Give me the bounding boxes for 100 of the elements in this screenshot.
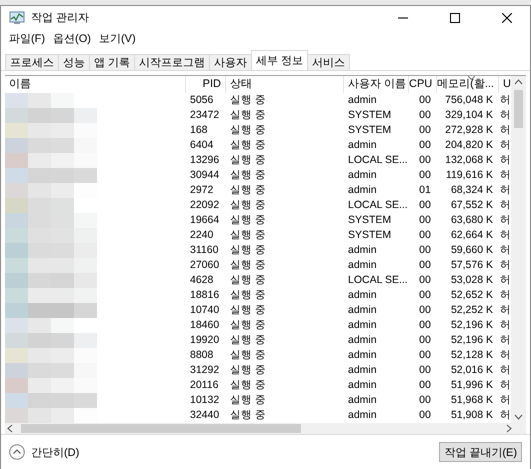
status-cell-text: 실행 중 [229, 303, 267, 318]
status-cell-text: 실행 중 [229, 183, 267, 198]
column-header[interactable]: PID [186, 76, 226, 93]
pid-cell-text: 6404 [189, 138, 214, 153]
memory-cell-text: 67,552 K [450, 198, 494, 213]
memory-cell-text: 62,664 K [450, 228, 494, 243]
status-cell-text: 실행 중 [229, 378, 267, 393]
cpu-cell-text: 00 [418, 318, 432, 333]
memory-cell-text: 52,196 K [450, 333, 494, 348]
memory-cell-text: 52,196 K [450, 318, 494, 333]
cpu-cell-text: 00 [418, 378, 432, 393]
pid-cell-text: 20116 [189, 378, 220, 393]
uac-cell: 허 [499, 183, 511, 198]
cpu-cell-text: 01 [418, 183, 432, 198]
column-header[interactable]: CPU [409, 76, 437, 93]
user-cell-text: admin [347, 288, 378, 303]
status-cell-text: 실행 중 [229, 153, 267, 168]
tab[interactable]: 사용자 [209, 54, 252, 70]
pid-cell-text: 2972 [189, 183, 214, 198]
scroll-thumb[interactable] [21, 424, 301, 433]
memory-cell-text: 53,028 K [450, 273, 494, 288]
uac-cell: 허 [499, 123, 511, 138]
tab[interactable]: 서비스 [307, 54, 350, 70]
cpu-cell-text: 00 [418, 198, 432, 213]
memory-cell-text: 329,104 K [444, 108, 494, 123]
tab[interactable]: 앱 기록 [89, 54, 136, 70]
user-cell-text: LOCAL SE... [347, 198, 409, 213]
user-cell-text: SYSTEM [347, 228, 392, 243]
menu-item[interactable]: 옵션(O) [53, 31, 91, 46]
tab[interactable]: 성능 [58, 54, 90, 70]
column-header[interactable]: 사용자 이름 [344, 76, 409, 93]
pid-cell-text: 19664 [189, 213, 220, 228]
user-cell-text: LOCAL SE... [347, 273, 409, 288]
pid-cell-text: 4628 [189, 273, 214, 288]
collapse-button[interactable]: 간단히(D) [9, 444, 80, 460]
user-cell-text: SYSTEM [347, 123, 392, 138]
user-cell-text: admin [347, 243, 378, 258]
status-cell-text: 실행 중 [229, 213, 267, 228]
horizontal-scrollbar[interactable] [5, 423, 526, 434]
column-header[interactable]: 메모리(활... [437, 76, 499, 93]
pid-cell-text: 31292 [189, 363, 220, 378]
user-cell-text: admin [347, 258, 378, 273]
uac-cell: 허 [499, 198, 511, 213]
uac-cell: 허 [499, 243, 511, 258]
window-title: 작업 관리자 [31, 11, 90, 25]
memory-cell-text: 204,820 K [444, 138, 494, 153]
cpu-cell-text: 00 [418, 138, 432, 153]
cpu-cell-text: 00 [418, 408, 432, 423]
status-cell-text: 실행 중 [229, 393, 267, 408]
pid-cell-text: 31160 [189, 243, 220, 258]
status-cell-text: 실행 중 [229, 93, 267, 108]
scroll-thumb[interactable] [514, 90, 523, 128]
status-cell-text: 실행 중 [229, 138, 267, 153]
pid-cell-text: 18816 [189, 288, 220, 303]
pid-cell-text: 10740 [189, 303, 220, 318]
status-cell-text: 실행 중 [229, 273, 267, 288]
memory-cell-text: 119,616 K [444, 168, 494, 183]
cpu-cell-text: 00 [418, 108, 432, 123]
uac-cell: 허 [499, 213, 511, 228]
pid-cell-text: 13296 [189, 153, 220, 168]
chevron-up-icon [9, 444, 25, 460]
memory-cell-text: 51,968 K [450, 393, 494, 408]
tab[interactable]: 프로세스 [5, 54, 59, 70]
pid-cell-text: 30944 [189, 168, 220, 183]
uac-cell: 허 [499, 288, 511, 303]
vertical-scrollbar[interactable] [511, 76, 526, 423]
uac-cell: 허 [499, 333, 511, 348]
memory-cell-text: 52,016 K [450, 363, 494, 378]
cpu-cell-text: 00 [418, 93, 432, 108]
pid-cell-text: 19920 [189, 333, 220, 348]
status-cell-text: 실행 중 [229, 108, 267, 123]
status-cell-text: 실행 중 [229, 318, 267, 333]
status-cell-text: 실행 중 [229, 228, 267, 243]
user-cell-text: admin [347, 348, 378, 363]
pid-cell-text: 168 [189, 123, 209, 138]
column-header[interactable]: 상태 [226, 76, 344, 93]
menu-item[interactable]: 보기(V) [98, 31, 136, 46]
memory-cell-text: 51,996 K [450, 378, 494, 393]
uac-cell: 허 [499, 168, 511, 183]
user-cell-text: SYSTEM [347, 108, 392, 123]
user-cell-text: admin [347, 183, 378, 198]
uac-cell: 허 [499, 408, 511, 423]
uac-cell: 허 [499, 318, 511, 333]
end-task-button[interactable]: 작업 끝내기(E) [439, 442, 522, 462]
memory-cell-text: 59,660 K [450, 243, 494, 258]
cpu-cell-text: 00 [418, 168, 432, 183]
cpu-cell-text: 00 [418, 273, 432, 288]
user-cell-text: admin [347, 93, 378, 108]
status-cell-text: 실행 중 [229, 288, 267, 303]
user-cell-text: admin [347, 363, 378, 378]
cpu-cell-text: 00 [418, 333, 432, 348]
cpu-cell-text: 00 [418, 153, 432, 168]
uac-cell: 허 [499, 93, 511, 108]
cpu-cell-text: 00 [418, 303, 432, 318]
uac-cell: 허 [499, 393, 511, 408]
memory-cell-text: 51,908 K [450, 408, 494, 423]
close-icon [502, 12, 512, 22]
menu-item[interactable]: 파일(F) [9, 31, 46, 46]
tab[interactable]: 시작프로그램 [134, 54, 210, 70]
pid-cell-text: 2240 [189, 228, 214, 243]
